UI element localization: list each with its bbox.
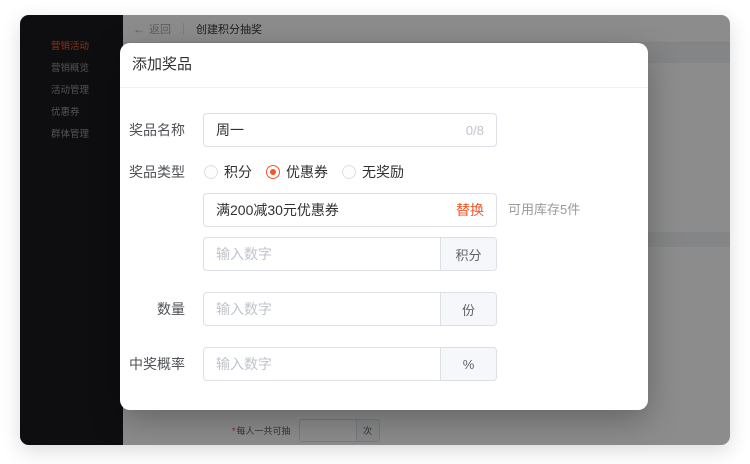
add-prize-modal: 添加奖品 奖品名称 0/8 奖品类型 积分 优惠券 无奖励 满2: [120, 43, 648, 410]
probability-unit: %: [440, 348, 496, 380]
quantity-unit: 份: [440, 293, 496, 325]
radio-option-label: 无奖励: [362, 162, 404, 182]
prize-name-input[interactable]: [204, 122, 466, 138]
char-counter: 0/8: [466, 123, 496, 138]
radio-option-coupon[interactable]: 优惠券: [266, 162, 328, 182]
probability-field: %: [203, 347, 497, 381]
coupon-name: 满200减30元优惠券: [204, 200, 456, 220]
points-field: 积分: [203, 237, 497, 271]
radio-option-label: 优惠券: [286, 162, 328, 182]
modal-title: 添加奖品: [132, 43, 192, 87]
radio-checked-icon: [266, 165, 280, 179]
prize-type-radio-group: 积分 优惠券 无奖励: [204, 155, 404, 189]
points-unit: 积分: [440, 238, 496, 270]
probability-input[interactable]: [204, 356, 440, 372]
coupon-field: 满200减30元优惠券 替换: [203, 193, 497, 227]
modal-title-divider: [120, 87, 648, 88]
radio-option-label: 积分: [224, 162, 252, 182]
radio-unchecked-icon: [204, 165, 218, 179]
quantity-label: 数量: [120, 292, 185, 326]
prize-name-label: 奖品名称: [120, 113, 185, 147]
prize-type-label: 奖品类型: [120, 155, 185, 189]
prize-name-field: 0/8: [203, 113, 497, 147]
quantity-input[interactable]: [204, 301, 440, 317]
radio-unchecked-icon: [342, 165, 356, 179]
quantity-field: 份: [203, 292, 497, 326]
radio-option-no-reward[interactable]: 无奖励: [342, 162, 404, 182]
points-input[interactable]: [204, 246, 440, 262]
stock-hint: 可用库存5件: [508, 193, 580, 227]
screen: 营销活动 营销概览 活动管理 优惠券 群体管理 ← 返回 创建积分抽奖: [0, 0, 750, 464]
probability-label: 中奖概率: [120, 347, 185, 381]
radio-option-points[interactable]: 积分: [204, 162, 252, 182]
replace-coupon-button[interactable]: 替换: [456, 200, 496, 220]
